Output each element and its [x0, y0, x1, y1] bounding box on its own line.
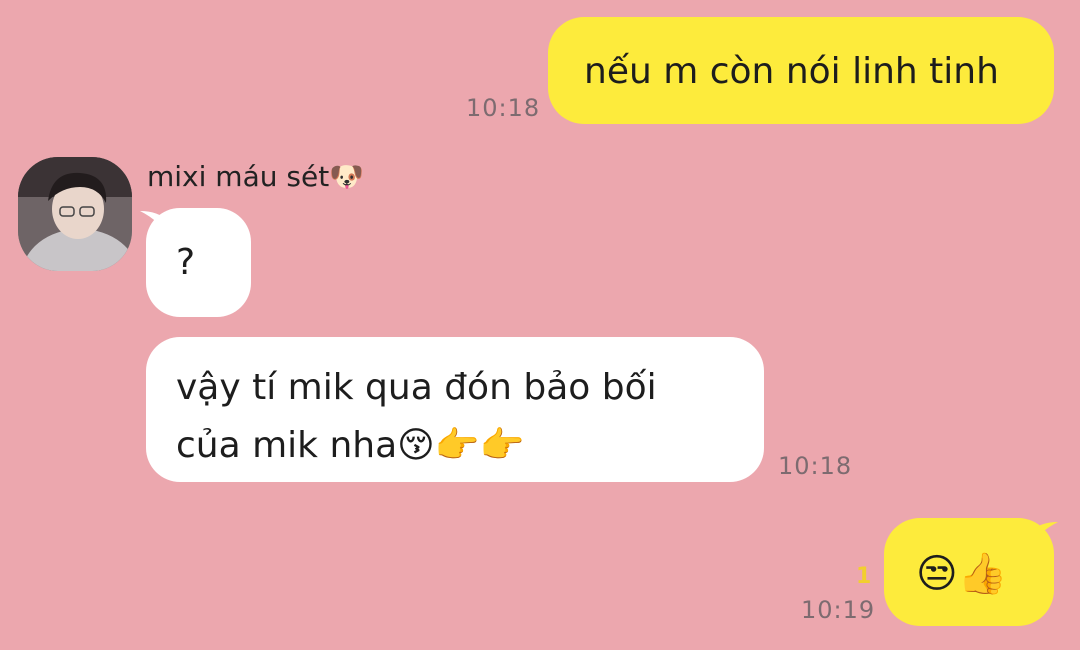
message-emoji: 😒👍 — [916, 551, 1008, 597]
unread-count: 1 — [856, 564, 872, 589]
outgoing-message-bubble[interactable]: nếu m còn nói linh tinh — [548, 17, 1054, 124]
message-timestamp: 10:19 — [801, 596, 876, 624]
message-text: nếu m còn nói linh tinh — [584, 51, 999, 92]
message-text-line: của mik nha😚👉👉 — [176, 425, 525, 466]
chat-thread: nếu m còn nói linh tinh 10:18 mixi máu s… — [0, 0, 1080, 650]
message-text-line: vậy tí mik qua đón bảo bối — [176, 367, 657, 408]
avatar-photo — [18, 157, 132, 271]
message-timestamp: 10:18 — [466, 94, 541, 122]
contact-avatar[interactable] — [18, 157, 132, 271]
message-timestamp: 10:18 — [778, 452, 853, 480]
sender-name: mixi máu sét🐶 — [147, 160, 365, 193]
incoming-message-bubble[interactable]: vậy tí mik qua đón bảo bối của mik nha😚👉… — [146, 337, 764, 482]
incoming-message-bubble[interactable]: ? — [146, 208, 251, 317]
outgoing-message-bubble[interactable]: 😒👍 — [884, 518, 1054, 626]
message-text: ? — [176, 242, 196, 283]
